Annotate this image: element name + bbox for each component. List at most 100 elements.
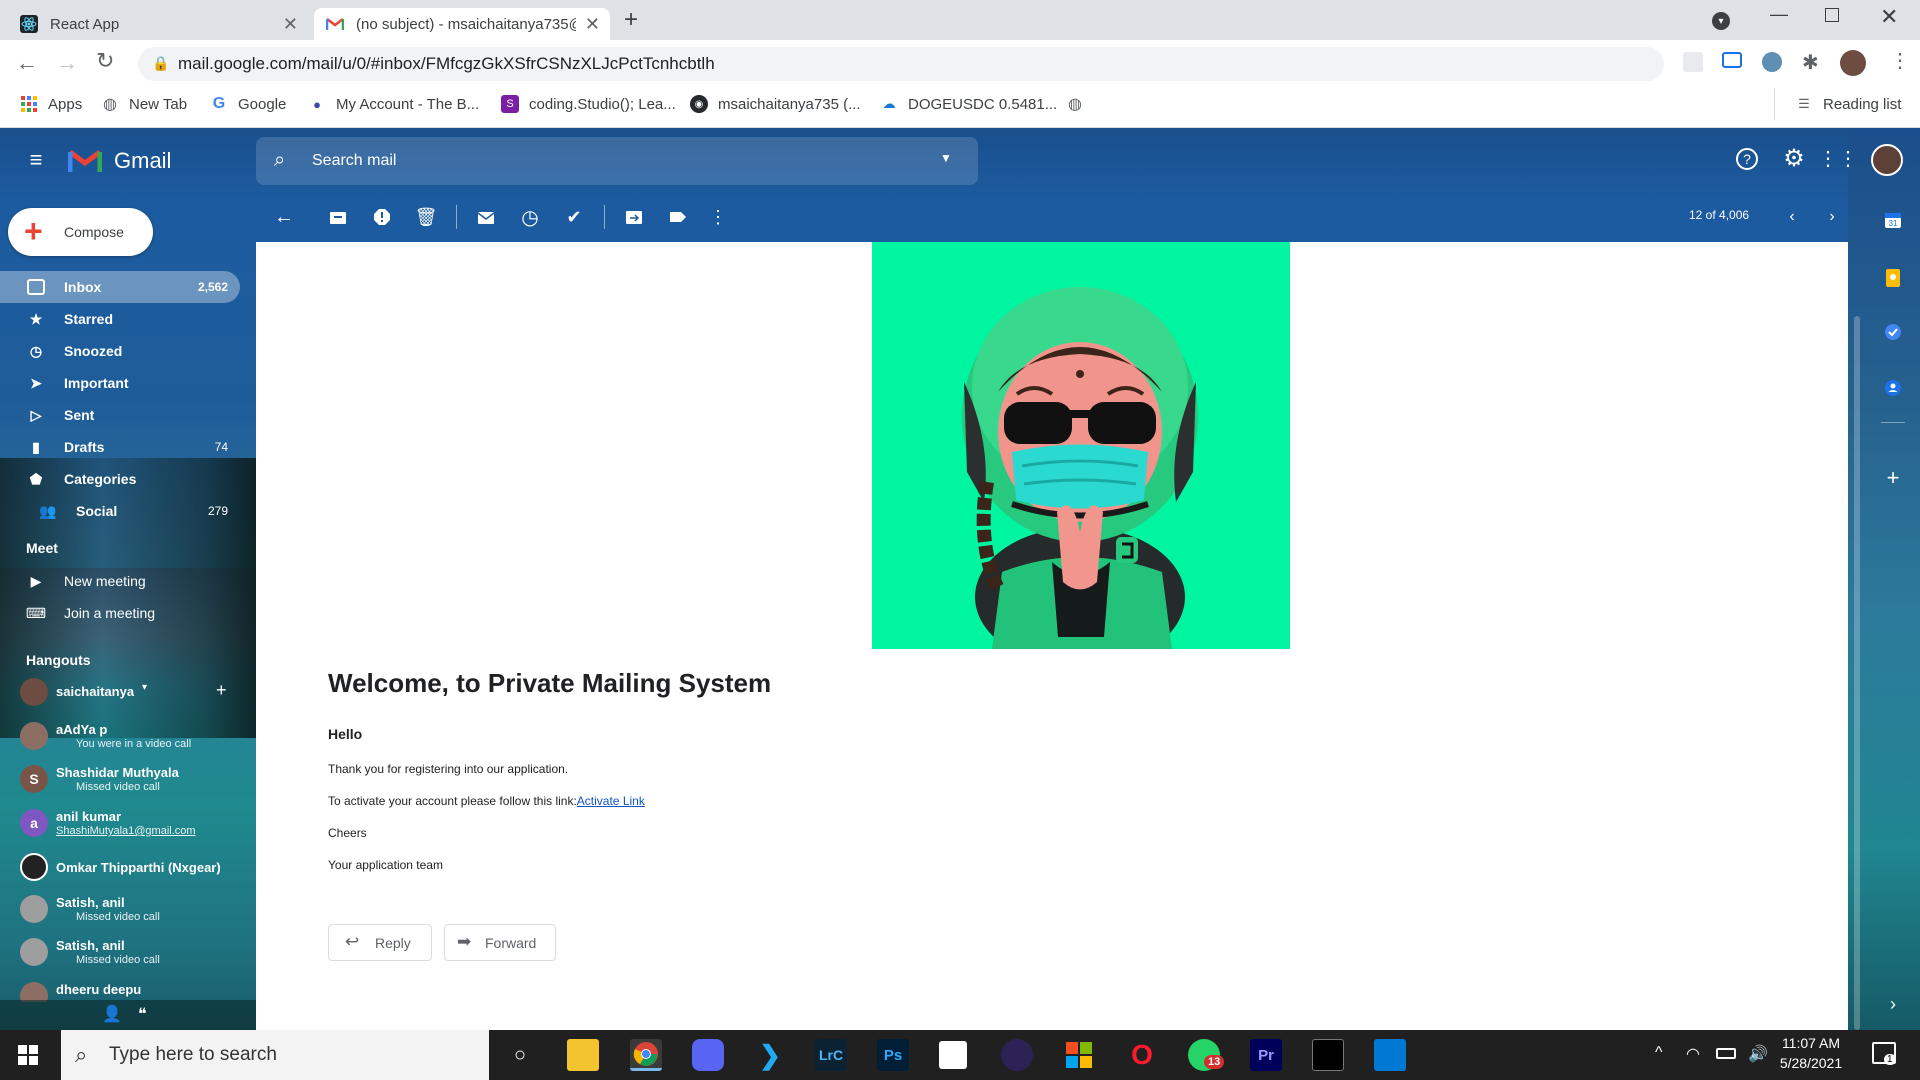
new-tab-button[interactable]: + bbox=[624, 6, 638, 34]
tab-gmail[interactable]: (no subject) - msaichaitanya735@ ✕ bbox=[314, 8, 610, 40]
cortana-icon[interactable]: ○ bbox=[504, 1039, 536, 1071]
puzzle-icon[interactable]: ✱ bbox=[1802, 50, 1819, 75]
maximize-icon[interactable] bbox=[1825, 8, 1839, 22]
bookmark-github[interactable]: ◉ msaichaitanya735 (... bbox=[690, 88, 861, 120]
compose-button[interactable]: + Compose bbox=[8, 208, 153, 256]
opera-icon[interactable]: O bbox=[1126, 1039, 1158, 1071]
discord-icon[interactable] bbox=[692, 1039, 724, 1071]
search-input[interactable]: ⌕ Search mail ▼ bbox=[256, 137, 978, 185]
address-bar[interactable]: 🔒 mail.google.com/mail/u/0/#inbox/FMfcgz… bbox=[138, 47, 1664, 81]
activate-link[interactable]: Activate Link bbox=[577, 794, 645, 808]
terminal-icon[interactable] bbox=[1312, 1039, 1344, 1071]
wifi-icon[interactable]: ◠ bbox=[1686, 1044, 1700, 1064]
move-to-icon[interactable] bbox=[622, 205, 646, 229]
forward-button[interactable]: ➡ Forward bbox=[444, 924, 556, 961]
photos-icon[interactable] bbox=[1374, 1039, 1406, 1071]
report-spam-icon[interactable] bbox=[370, 205, 394, 229]
dropdown-icon[interactable]: ▾ bbox=[142, 682, 147, 693]
extension-icon[interactable] bbox=[1683, 52, 1703, 72]
forward-arrow-icon[interactable]: → bbox=[56, 50, 78, 76]
bookmark-dogeusdc[interactable]: ☁ DOGEUSDC 0.5481... bbox=[880, 88, 1058, 120]
tab-search-icon[interactable]: ▾ bbox=[1712, 12, 1730, 30]
bookmark-new-tab[interactable]: ◍ New Tab bbox=[101, 88, 187, 120]
hangouts-contact[interactable]: Satish, anil Missed video call bbox=[20, 895, 240, 931]
gmail-logo[interactable]: Gmail bbox=[68, 148, 171, 174]
older-chevron-icon[interactable]: › bbox=[1820, 205, 1844, 229]
nav-item-inbox[interactable]: Inbox 2,562 bbox=[0, 271, 240, 303]
nav-item-sent[interactable]: ▷ Sent bbox=[0, 399, 240, 431]
archive-icon[interactable] bbox=[326, 205, 350, 229]
show-side-panel-icon[interactable]: › bbox=[1881, 992, 1905, 1016]
reading-list[interactable]: ☰ Reading list bbox=[1795, 88, 1901, 120]
nav-item-starred[interactable]: ★ Starred bbox=[0, 303, 240, 335]
contacts-icon[interactable] bbox=[1881, 376, 1905, 400]
extension-icon[interactable] bbox=[1762, 52, 1782, 72]
person-icon[interactable]: 👤 bbox=[102, 1004, 122, 1024]
lightroom-icon[interactable]: LrC bbox=[815, 1039, 847, 1071]
apps-grid-icon[interactable]: ⋮⋮ bbox=[1818, 146, 1858, 170]
help-icon[interactable]: ? bbox=[1736, 148, 1758, 170]
bookmark-my-account[interactable]: ● My Account - The B... bbox=[308, 88, 479, 120]
add-icon[interactable]: + bbox=[216, 680, 227, 701]
search-options-icon[interactable]: ▼ bbox=[940, 151, 952, 165]
back-arrow-icon[interactable]: ← bbox=[16, 50, 38, 76]
store-icon[interactable] bbox=[939, 1041, 967, 1069]
hangouts-me[interactable]: saichaitanya ▾ + bbox=[20, 678, 240, 708]
eclipse-icon[interactable] bbox=[1001, 1039, 1033, 1071]
hangouts-contact[interactable]: Satish, anil Missed video call bbox=[20, 938, 240, 974]
bookmark-apps[interactable]: Apps bbox=[20, 88, 82, 120]
scrollbar[interactable] bbox=[1854, 316, 1860, 1030]
delete-icon[interactable]: 🗑 bbox=[414, 205, 438, 229]
bookmark-globe[interactable]: ◍ bbox=[1066, 88, 1094, 120]
chrome-icon[interactable] bbox=[630, 1039, 662, 1071]
hangouts-icon[interactable]: ❝ bbox=[138, 1004, 147, 1024]
hangouts-contact[interactable]: a anil kumar ShashiMutyala1@gmail.com bbox=[20, 809, 240, 845]
account-avatar[interactable] bbox=[1871, 144, 1903, 176]
nav-item-drafts[interactable]: ▮ Drafts 74 bbox=[0, 431, 240, 463]
tab-react-app[interactable]: React App ✕ bbox=[8, 8, 308, 40]
bookmark-google[interactable]: G Google bbox=[210, 88, 287, 120]
mark-unread-icon[interactable] bbox=[474, 205, 498, 229]
bookmark-coding-studio[interactable]: S coding.Studio(); Lea... bbox=[501, 88, 676, 120]
add-addon-icon[interactable]: + bbox=[1881, 465, 1905, 490]
settings-gear-icon[interactable]: ⚙ bbox=[1782, 145, 1806, 172]
office-icon[interactable] bbox=[1063, 1039, 1095, 1071]
file-explorer-icon[interactable] bbox=[567, 1039, 599, 1071]
nav-item-categories[interactable]: ⬟ Categories bbox=[0, 463, 240, 495]
premiere-icon[interactable]: Pr bbox=[1250, 1039, 1282, 1071]
window-close-icon[interactable]: ✕ bbox=[1880, 4, 1898, 30]
minimize-icon[interactable]: — bbox=[1770, 4, 1788, 25]
hangouts-contact[interactable]: dheeru deepu bbox=[20, 982, 240, 1002]
profile-avatar[interactable] bbox=[1840, 50, 1866, 76]
newer-chevron-icon[interactable]: ‹ bbox=[1780, 205, 1804, 229]
add-task-icon[interactable]: ✔ bbox=[562, 205, 586, 229]
join-meeting-button[interactable]: ⌨ Join a meeting bbox=[0, 597, 240, 629]
back-arrow-icon[interactable]: ← bbox=[272, 205, 296, 229]
nav-item-snoozed[interactable]: ◷ Snoozed bbox=[0, 335, 240, 367]
more-vert-icon[interactable]: ⋮ bbox=[706, 205, 730, 229]
more-vert-icon[interactable]: ⋮ bbox=[1890, 48, 1910, 73]
label-icon[interactable] bbox=[666, 205, 690, 229]
nav-item-social[interactable]: 👥 Social 279 bbox=[0, 495, 240, 527]
windows-start-icon[interactable] bbox=[18, 1045, 38, 1070]
close-icon[interactable]: ✕ bbox=[585, 14, 600, 35]
screen-capture-icon[interactable] bbox=[1722, 52, 1742, 68]
hangouts-contact[interactable]: Omkar Thipparthi (Nxgear) bbox=[20, 853, 240, 889]
hangouts-contact[interactable]: S Shashidar Muthyala Missed video call bbox=[20, 765, 240, 801]
snooze-clock-icon[interactable]: ◷ bbox=[518, 205, 542, 229]
close-icon[interactable]: ✕ bbox=[283, 14, 298, 35]
volume-icon[interactable]: 🔊 bbox=[1748, 1044, 1768, 1064]
whatsapp-icon[interactable]: 13 bbox=[1188, 1039, 1225, 1071]
taskbar-search-input[interactable]: ⌕ Type here to search bbox=[61, 1030, 489, 1080]
tasks-icon[interactable] bbox=[1881, 320, 1905, 344]
search-icon[interactable]: ⌕ bbox=[274, 149, 285, 172]
vscode-icon[interactable]: ❯ bbox=[754, 1039, 786, 1071]
action-center-icon[interactable]: 1 bbox=[1872, 1042, 1896, 1065]
photoshop-icon[interactable]: Ps bbox=[877, 1039, 909, 1071]
reload-icon[interactable]: ↻ bbox=[96, 48, 114, 74]
nav-item-important[interactable]: ➤ Important bbox=[0, 367, 240, 399]
reply-button[interactable]: ↩ Reply bbox=[328, 924, 432, 961]
battery-icon[interactable] bbox=[1716, 1048, 1736, 1059]
hangouts-contact[interactable]: aAdYa p You were in a video call bbox=[20, 722, 240, 758]
clock[interactable]: 11:07 AM 5/28/2021 bbox=[1776, 1035, 1846, 1071]
